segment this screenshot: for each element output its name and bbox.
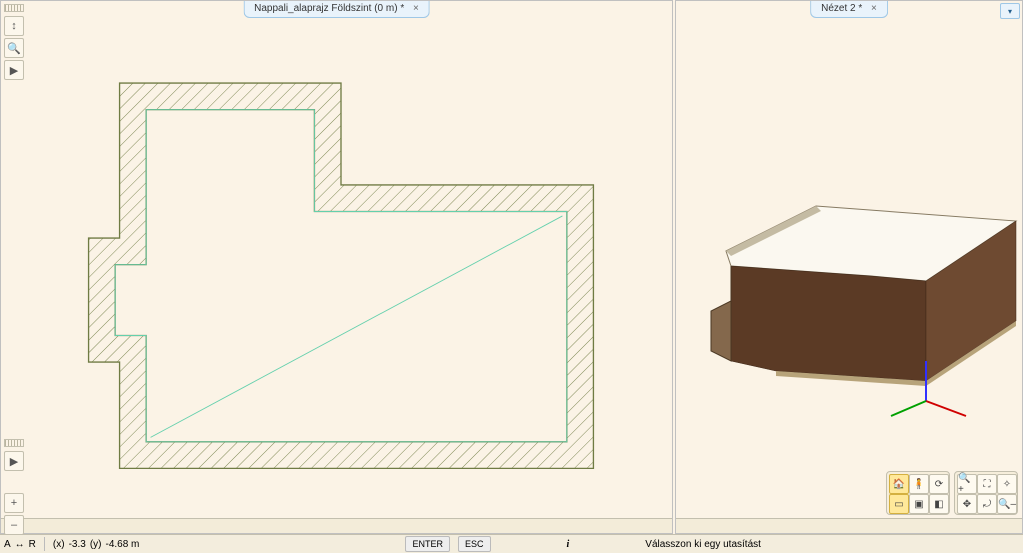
view-mode-cluster: 🏠 🧍 ⟳ ▭ ▣ ◧: [886, 471, 950, 515]
pan-button[interactable]: ✥: [957, 494, 977, 514]
model-bump-side: [711, 266, 731, 361]
view-walk-button[interactable]: 🧍: [909, 474, 929, 494]
esc-button[interactable]: ESC: [458, 536, 491, 552]
info-icon[interactable]: i: [567, 539, 570, 550]
coord-x-value: -3.3: [69, 539, 86, 550]
3d-canvas[interactable]: [676, 21, 1022, 491]
left-toolbar: ↕ 🔍 ▶: [4, 4, 24, 80]
zoom-in-button[interactable]: 🔍+: [957, 474, 977, 494]
nav-cluster: 🏠 🧍 ⟳ ▭ ▣ ◧ 🔍+ ⛶ ✧ ✥ ⤾ 🔍–: [886, 471, 1018, 515]
tab-3dview-label: Nézet 2 *: [821, 3, 862, 14]
room-diagonal: [151, 216, 563, 437]
scrollbar-horizontal[interactable]: [676, 518, 1022, 533]
rotate-button[interactable]: ⤾: [977, 494, 997, 514]
floorplan-canvas[interactable]: [31, 21, 651, 526]
view-style1-button[interactable]: ▣: [909, 494, 929, 514]
scroll-vertical-icon[interactable]: ↕: [4, 16, 24, 36]
tab-floorplan[interactable]: Nappali_alaprajz Földszint (0 m) * ×: [243, 1, 430, 18]
coordinates-readout: (x) -3.3 (y) -4.68 m: [53, 539, 139, 550]
zoom-extents-button[interactable]: ✧: [997, 474, 1017, 494]
left-toolbar-lower: ▶ + –: [4, 439, 24, 535]
separator: [44, 537, 45, 551]
zoom-cluster: 🔍+ ⛶ ✧ ✥ ⤾ 🔍–: [954, 471, 1018, 515]
coord-x-prefix: (x): [53, 539, 65, 550]
tab-floorplan-label: Nappali_alaprajz Földszint (0 m) *: [254, 3, 404, 14]
zoom-in-icon[interactable]: +: [4, 493, 24, 513]
tab-3dview[interactable]: Nézet 2 * ×: [810, 1, 888, 18]
3d-view-pane[interactable]: Nézet 2 * × ▾: [675, 0, 1023, 534]
coord-y-value: -4.68 m: [105, 539, 139, 550]
flyout-icon[interactable]: ▶: [4, 60, 24, 80]
snap-angle-icon[interactable]: ↔: [15, 539, 25, 550]
zoom-icon[interactable]: 🔍: [4, 38, 24, 58]
view-orbit-button[interactable]: ⟳: [929, 474, 949, 494]
view-home-button[interactable]: 🏠: [889, 474, 909, 494]
coord-y-prefix: (y): [90, 539, 102, 550]
close-icon[interactable]: ×: [871, 1, 877, 17]
model-front-wall: [731, 266, 926, 381]
close-icon[interactable]: ×: [413, 1, 419, 17]
zoom-out-button[interactable]: 🔍–: [997, 494, 1017, 514]
view-dropdown-icon[interactable]: ▾: [1000, 3, 1020, 19]
enter-button[interactable]: ENTER: [405, 536, 450, 552]
zoom-out-icon[interactable]: –: [4, 515, 24, 535]
snap-ruler-icon[interactable]: R: [29, 539, 36, 550]
status-hint: Válasszon ki egy utasítást: [645, 539, 761, 550]
snap-modes: A ↔ R: [4, 539, 36, 550]
grip-icon[interactable]: [4, 439, 24, 447]
flyout-icon[interactable]: ▶: [4, 451, 24, 471]
status-bar: A ↔ R (x) -3.3 (y) -4.68 m ENTER ESC i V…: [0, 534, 1023, 553]
snap-text-icon[interactable]: A: [4, 539, 11, 550]
scrollbar-horizontal[interactable]: [1, 518, 672, 533]
view-style2-button[interactable]: ◧: [929, 494, 949, 514]
grip-icon[interactable]: [4, 4, 24, 12]
wall-hatch: [89, 83, 594, 468]
view-box-button[interactable]: ▭: [889, 494, 909, 514]
floorplan-pane[interactable]: Nappali_alaprajz Földszint (0 m) * × ↕ 🔍…: [0, 0, 673, 534]
zoom-fit-button[interactable]: ⛶: [977, 474, 997, 494]
